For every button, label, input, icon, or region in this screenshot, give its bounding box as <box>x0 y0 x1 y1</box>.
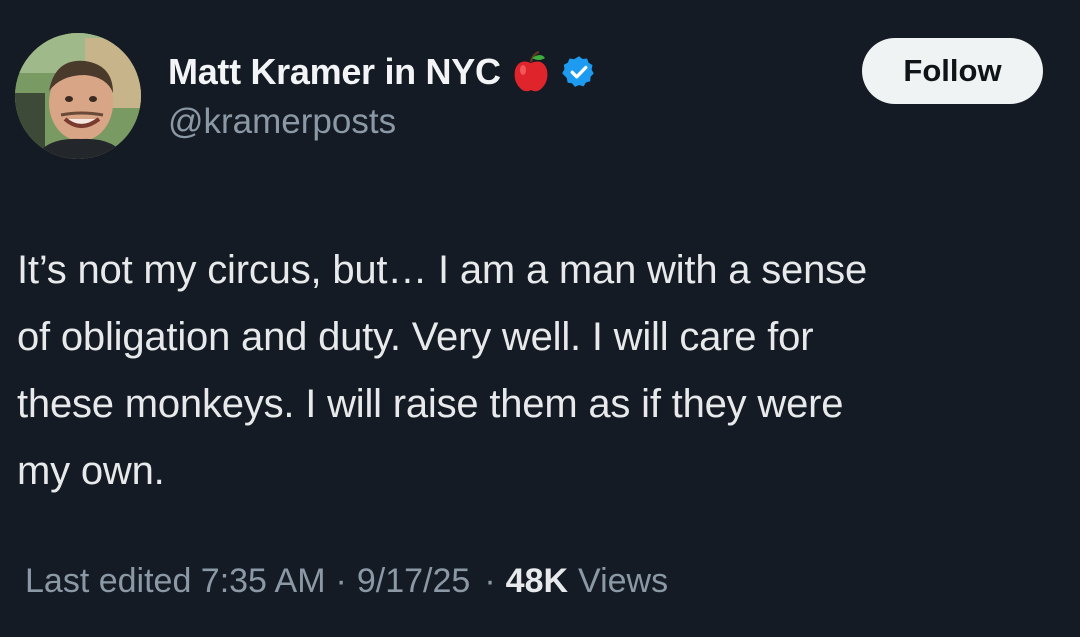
avatar-photo <box>15 33 141 159</box>
verified-badge-icon[interactable] <box>561 54 597 90</box>
follow-button[interactable]: Follow <box>862 38 1043 104</box>
author-name-row: Matt Kramer in NYC <box>168 46 597 98</box>
meta-separator: · <box>484 562 496 600</box>
edited-timestamp[interactable]: Last edited 7:35 AM <box>25 562 326 601</box>
tweet-text-line: It’s not my circus, but… I am a man with… <box>17 248 867 292</box>
tweet-text-line: my own. <box>17 449 165 493</box>
author-display-name[interactable]: Matt Kramer in NYC <box>168 51 501 93</box>
tweet-card: Matt Kramer in NYC @kramerposts Follow I… <box>0 0 1080 637</box>
meta-separator: · <box>335 562 347 600</box>
tweet-text-line: these monkeys. I will raise them as if t… <box>17 382 844 426</box>
author-handle[interactable]: @kramerposts <box>168 102 396 142</box>
tweet-text-line: of obligation and duty. Very well. I wil… <box>17 315 814 359</box>
views-count: 48K <box>505 562 569 600</box>
tweet-text: It’s not my circus, but… I am a man with… <box>17 237 1057 505</box>
views-label: Views <box>578 562 669 600</box>
tweet-date[interactable]: 9/17/25 <box>357 562 470 601</box>
tweet-meta: Last edited 7:35 AM · 9/17/25 · 48K View… <box>25 562 668 601</box>
avatar[interactable] <box>15 33 141 159</box>
apple-icon <box>511 50 551 94</box>
